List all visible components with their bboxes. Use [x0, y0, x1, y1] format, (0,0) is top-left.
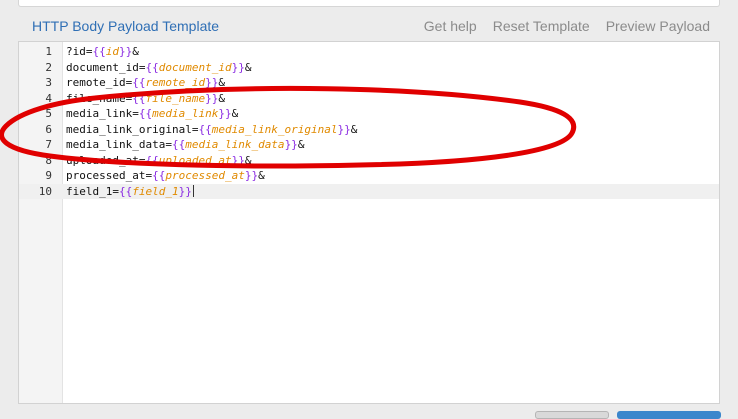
code-text: media_link_original= — [66, 122, 199, 136]
code-text: & — [218, 76, 225, 89]
template-close-brace: }} — [205, 76, 219, 89]
line-number: 10 — [38, 184, 52, 198]
code-text: & — [350, 122, 358, 136]
previous-panel-edge — [18, 0, 720, 7]
code-text: & — [231, 107, 239, 120]
template-close-brace: }} — [284, 138, 298, 151]
line-code: media_link={{media_link}}& — [66, 106, 238, 122]
secondary-button[interactable] — [535, 411, 609, 419]
template-open-brace: {{ — [171, 138, 186, 151]
code-text: processed_at= — [66, 169, 153, 182]
header-actions: Get help Reset Template Preview Payload — [424, 18, 710, 34]
line-number: 2 — [45, 60, 52, 74]
code-text: media_link_data= — [66, 138, 172, 151]
code-text: & — [218, 91, 225, 105]
template-open-brace: {{ — [132, 91, 146, 105]
code-line[interactable]: 7 media_link_data={{media_link_data}}& — [19, 137, 719, 153]
template-variable: processed_at — [165, 169, 245, 182]
template-variable: media_link — [152, 107, 219, 120]
template-close-brace: }} — [231, 153, 245, 167]
code-text: file_name= — [66, 91, 133, 105]
code-text: media_link= — [66, 107, 139, 120]
template-close-brace: }} — [337, 122, 351, 136]
line-code: field_1={{field_1}} — [66, 184, 194, 200]
text-cursor — [192, 184, 194, 197]
template-open-brace: {{ — [145, 60, 159, 74]
line-number: 4 — [45, 91, 52, 105]
line-code: file_name={{file_name}}& — [66, 91, 225, 107]
code-line[interactable]: 10 field_1={{field_1}} — [19, 183, 719, 200]
reset-template-link[interactable]: Reset Template — [493, 18, 590, 34]
template-open-brace: {{ — [145, 153, 159, 167]
template-variable: document_id — [158, 60, 232, 74]
code-lines[interactable]: 1 ?id={{id}}& 2 document_id={{document_id}}… — [19, 42, 719, 199]
line-code: uploaded_at={{uploaded_at}}& — [66, 153, 251, 169]
code-text: & — [244, 60, 252, 74]
template-open-brace: {{ — [198, 122, 212, 136]
template-close-brace: }} — [231, 60, 245, 74]
code-line[interactable]: 8 uploaded_at={{uploaded_at}}& — [19, 153, 719, 169]
line-code: remote_id={{remote_id}}& — [66, 75, 225, 91]
line-number: 3 — [45, 76, 52, 89]
template-close-brace: }} — [218, 107, 232, 120]
primary-button[interactable] — [617, 411, 721, 419]
line-number: 7 — [45, 138, 52, 151]
line-code: processed_at={{processed_at}}& — [66, 168, 265, 184]
code-text: field_1= — [66, 184, 119, 198]
code-line[interactable]: 9 processed_at={{processed_at}}& — [19, 168, 719, 184]
code-text: & — [244, 153, 252, 167]
code-editor[interactable]: 1 ?id={{id}}& 2 document_id={{document_id}}… — [18, 41, 720, 404]
code-line[interactable]: 1 ?id={{id}}& — [19, 44, 719, 60]
template-variable: media_link_data — [185, 138, 285, 151]
line-number: 1 — [45, 45, 52, 58]
template-open-brace: {{ — [118, 184, 133, 198]
template-open-brace: {{ — [138, 107, 153, 120]
template-variable: file_name — [145, 91, 206, 105]
code-text: & — [297, 138, 305, 151]
template-close-brace: }} — [244, 169, 259, 182]
line-number: 5 — [45, 107, 52, 120]
code-line[interactable]: 3 remote_id={{remote_id}}& — [19, 75, 719, 91]
template-header: HTTP Body Payload Template Get help Rese… — [0, 14, 738, 40]
code-line[interactable]: 2 document_id={{document_id}}& — [19, 60, 719, 76]
template-variable: field_1 — [132, 184, 179, 198]
template-variable: uploaded_at — [158, 153, 232, 167]
template-variable: media_link_original — [211, 122, 338, 136]
code-text: uploaded_at= — [66, 153, 146, 167]
section-title: HTTP Body Payload Template — [32, 18, 220, 34]
code-text: ?id= — [66, 45, 93, 58]
template-open-brace: {{ — [132, 76, 146, 89]
line-code: media_link_original={{media_link_origina… — [66, 122, 357, 138]
template-open-brace: {{ — [152, 169, 166, 182]
line-code: media_link_data={{media_link_data}}& — [66, 137, 304, 153]
code-line[interactable]: 4 file_name={{file_name}}& — [19, 91, 719, 107]
template-variable: id — [105, 45, 119, 58]
code-text: & — [258, 169, 265, 182]
template-close-brace: }} — [205, 91, 219, 105]
template-variable: remote_id — [145, 76, 206, 89]
template-close-brace: }} — [178, 184, 192, 198]
preview-payload-link[interactable]: Preview Payload — [606, 18, 710, 34]
code-line[interactable]: 6 media_link_original={{media_link_origin… — [19, 122, 719, 138]
line-number: 6 — [45, 122, 52, 136]
line-code: document_id={{document_id}}& — [66, 60, 251, 76]
code-text: & — [132, 45, 139, 58]
code-text: remote_id= — [66, 76, 133, 89]
template-close-brace: }} — [119, 45, 133, 58]
get-help-link[interactable]: Get help — [424, 18, 477, 34]
line-number: 8 — [45, 153, 52, 167]
code-line[interactable]: 5 media_link={{media_link}}& — [19, 106, 719, 122]
line-number: 9 — [45, 169, 52, 182]
template-open-brace: {{ — [92, 45, 106, 58]
code-text: document_id= — [66, 60, 146, 74]
line-code: ?id={{id}}& — [66, 44, 139, 60]
